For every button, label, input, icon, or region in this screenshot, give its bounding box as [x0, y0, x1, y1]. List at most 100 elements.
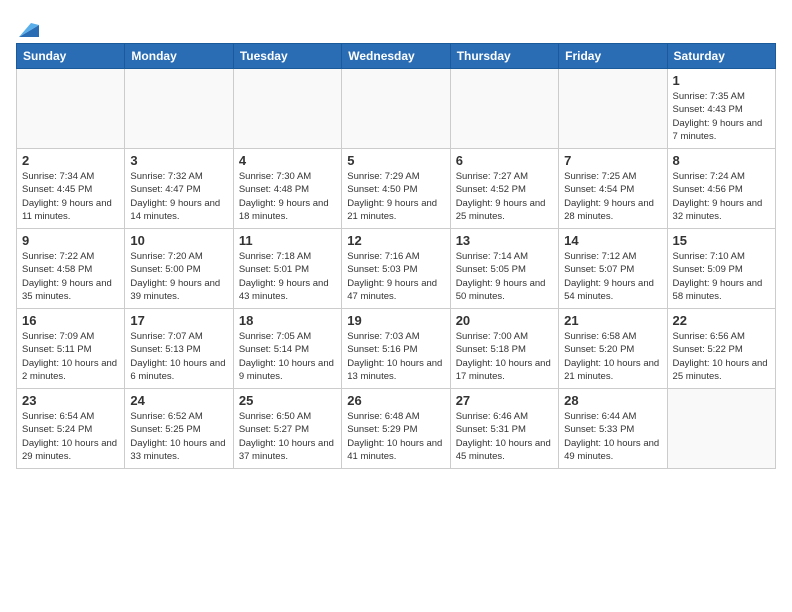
calendar-week-row: 23 Sunrise: 6:54 AM Sunset: 5:24 PM Dayli… [17, 389, 776, 469]
calendar-week-row: 1 Sunrise: 7:35 AM Sunset: 4:43 PM Daylig… [17, 69, 776, 149]
day-info: Sunrise: 7:32 AM Sunset: 4:47 PM Dayligh… [130, 170, 227, 223]
calendar-cell: 7Sunrise: 7:25 AM Sunset: 4:54 PM Daylig… [559, 149, 667, 229]
day-info: Sunrise: 7:22 AM Sunset: 4:58 PM Dayligh… [22, 250, 119, 303]
day-number: 1 [673, 73, 770, 88]
day-info: Sunrise: 7:25 AM Sunset: 4:54 PM Dayligh… [564, 170, 661, 223]
calendar-cell: 27 Sunrise: 6:46 AM Sunset: 5:31 PM Dayli… [450, 389, 558, 469]
calendar-cell: 11 Sunrise: 7:18 AM Sunset: 5:01 PM Dayli… [233, 229, 341, 309]
calendar-cell: 22 Sunrise: 6:56 AM Sunset: 5:22 PM Dayli… [667, 309, 775, 389]
calendar-cell: 24Sunrise: 6:52 AM Sunset: 5:25 PM Dayli… [125, 389, 233, 469]
day-info: Sunrise: 7:34 AM Sunset: 4:45 PM Dayligh… [22, 170, 119, 223]
calendar-cell [450, 69, 558, 149]
calendar-cell: 5Sunrise: 7:29 AM Sunset: 4:50 PM Daylig… [342, 149, 450, 229]
day-info: Sunrise: 7:18 AM Sunset: 5:01 PM Dayligh… [239, 250, 336, 303]
calendar-cell [342, 69, 450, 149]
day-info: Sunrise: 7:10 AM Sunset: 5:09 PM Dayligh… [673, 250, 770, 303]
day-number: 22 [673, 313, 770, 328]
day-number: 16 [22, 313, 119, 328]
calendar-cell: 16 Sunrise: 7:09 AM Sunset: 5:11 PM Dayli… [17, 309, 125, 389]
day-number: 19 [347, 313, 444, 328]
calendar: SundayMondayTuesdayWednesdayThursdayFrid… [16, 43, 776, 469]
calendar-cell: 21 Sunrise: 6:58 AM Sunset: 5:20 PM Dayli… [559, 309, 667, 389]
day-info: Sunrise: 6:50 AM Sunset: 5:27 PM Dayligh… [239, 410, 336, 463]
calendar-cell: 26 Sunrise: 6:48 AM Sunset: 5:29 PM Dayli… [342, 389, 450, 469]
calendar-cell: 8 Sunrise: 7:24 AM Sunset: 4:56 PM Daylig… [667, 149, 775, 229]
calendar-week-row: 16 Sunrise: 7:09 AM Sunset: 5:11 PM Dayli… [17, 309, 776, 389]
page: SundayMondayTuesdayWednesdayThursdayFrid… [0, 0, 792, 485]
day-info: Sunrise: 7:05 AM Sunset: 5:14 PM Dayligh… [239, 330, 336, 383]
day-info: Sunrise: 6:46 AM Sunset: 5:31 PM Dayligh… [456, 410, 553, 463]
day-info: Sunrise: 7:16 AM Sunset: 5:03 PM Dayligh… [347, 250, 444, 303]
calendar-header-row: SundayMondayTuesdayWednesdayThursdayFrid… [17, 44, 776, 69]
calendar-cell: 14Sunrise: 7:12 AM Sunset: 5:07 PM Dayli… [559, 229, 667, 309]
day-info: Sunrise: 7:24 AM Sunset: 4:56 PM Dayligh… [673, 170, 770, 223]
calendar-cell: 10 Sunrise: 7:20 AM Sunset: 5:00 PM Dayli… [125, 229, 233, 309]
calendar-cell: 13 Sunrise: 7:14 AM Sunset: 5:05 PM Dayli… [450, 229, 558, 309]
calendar-header-wednesday: Wednesday [342, 44, 450, 69]
day-info: Sunrise: 7:27 AM Sunset: 4:52 PM Dayligh… [456, 170, 553, 223]
calendar-header-tuesday: Tuesday [233, 44, 341, 69]
day-number: 2 [22, 153, 119, 168]
day-info: Sunrise: 7:30 AM Sunset: 4:48 PM Dayligh… [239, 170, 336, 223]
day-info: Sunrise: 7:09 AM Sunset: 5:11 PM Dayligh… [22, 330, 119, 383]
day-number: 15 [673, 233, 770, 248]
calendar-cell: 2 Sunrise: 7:34 AM Sunset: 4:45 PM Daylig… [17, 149, 125, 229]
day-number: 12 [347, 233, 444, 248]
day-number: 20 [456, 313, 553, 328]
day-number: 5 [347, 153, 444, 168]
calendar-cell: 1 Sunrise: 7:35 AM Sunset: 4:43 PM Daylig… [667, 69, 775, 149]
calendar-cell: 28Sunrise: 6:44 AM Sunset: 5:33 PM Dayli… [559, 389, 667, 469]
day-number: 8 [673, 153, 770, 168]
calendar-week-row: 2 Sunrise: 7:34 AM Sunset: 4:45 PM Daylig… [17, 149, 776, 229]
day-info: Sunrise: 6:52 AM Sunset: 5:25 PM Dayligh… [130, 410, 227, 463]
logo-icon [17, 19, 39, 37]
calendar-cell [233, 69, 341, 149]
day-number: 23 [22, 393, 119, 408]
calendar-cell: 18Sunrise: 7:05 AM Sunset: 5:14 PM Dayli… [233, 309, 341, 389]
day-number: 11 [239, 233, 336, 248]
day-number: 27 [456, 393, 553, 408]
calendar-cell: 4Sunrise: 7:30 AM Sunset: 4:48 PM Daylig… [233, 149, 341, 229]
calendar-cell [667, 389, 775, 469]
calendar-cell [559, 69, 667, 149]
day-number: 13 [456, 233, 553, 248]
day-info: Sunrise: 7:14 AM Sunset: 5:05 PM Dayligh… [456, 250, 553, 303]
day-info: Sunrise: 6:54 AM Sunset: 5:24 PM Dayligh… [22, 410, 119, 463]
calendar-header-thursday: Thursday [450, 44, 558, 69]
calendar-cell: 12 Sunrise: 7:16 AM Sunset: 5:03 PM Dayli… [342, 229, 450, 309]
day-info: Sunrise: 7:20 AM Sunset: 5:00 PM Dayligh… [130, 250, 227, 303]
day-info: Sunrise: 7:35 AM Sunset: 4:43 PM Dayligh… [673, 90, 770, 143]
calendar-cell: 23 Sunrise: 6:54 AM Sunset: 5:24 PM Dayli… [17, 389, 125, 469]
day-number: 25 [239, 393, 336, 408]
calendar-header-saturday: Saturday [667, 44, 775, 69]
day-info: Sunrise: 7:00 AM Sunset: 5:18 PM Dayligh… [456, 330, 553, 383]
day-info: Sunrise: 6:58 AM Sunset: 5:20 PM Dayligh… [564, 330, 661, 383]
calendar-cell: 6 Sunrise: 7:27 AM Sunset: 4:52 PM Daylig… [450, 149, 558, 229]
day-number: 9 [22, 233, 119, 248]
day-info: Sunrise: 6:56 AM Sunset: 5:22 PM Dayligh… [673, 330, 770, 383]
calendar-cell: 19 Sunrise: 7:03 AM Sunset: 5:16 PM Dayli… [342, 309, 450, 389]
day-number: 10 [130, 233, 227, 248]
day-info: Sunrise: 7:03 AM Sunset: 5:16 PM Dayligh… [347, 330, 444, 383]
calendar-header-sunday: Sunday [17, 44, 125, 69]
calendar-cell: 17 Sunrise: 7:07 AM Sunset: 5:13 PM Dayli… [125, 309, 233, 389]
calendar-header-monday: Monday [125, 44, 233, 69]
calendar-cell: 20 Sunrise: 7:00 AM Sunset: 5:18 PM Dayli… [450, 309, 558, 389]
day-number: 21 [564, 313, 661, 328]
day-number: 28 [564, 393, 661, 408]
calendar-header-friday: Friday [559, 44, 667, 69]
calendar-cell: 3 Sunrise: 7:32 AM Sunset: 4:47 PM Daylig… [125, 149, 233, 229]
calendar-week-row: 9 Sunrise: 7:22 AM Sunset: 4:58 PM Daylig… [17, 229, 776, 309]
day-number: 3 [130, 153, 227, 168]
day-number: 14 [564, 233, 661, 248]
day-info: Sunrise: 7:07 AM Sunset: 5:13 PM Dayligh… [130, 330, 227, 383]
day-info: Sunrise: 6:48 AM Sunset: 5:29 PM Dayligh… [347, 410, 444, 463]
logo [16, 16, 39, 35]
calendar-cell: 25 Sunrise: 6:50 AM Sunset: 5:27 PM Dayli… [233, 389, 341, 469]
day-number: 17 [130, 313, 227, 328]
calendar-cell: 15 Sunrise: 7:10 AM Sunset: 5:09 PM Dayli… [667, 229, 775, 309]
day-number: 6 [456, 153, 553, 168]
day-number: 26 [347, 393, 444, 408]
header [16, 16, 776, 35]
calendar-cell: 9 Sunrise: 7:22 AM Sunset: 4:58 PM Daylig… [17, 229, 125, 309]
